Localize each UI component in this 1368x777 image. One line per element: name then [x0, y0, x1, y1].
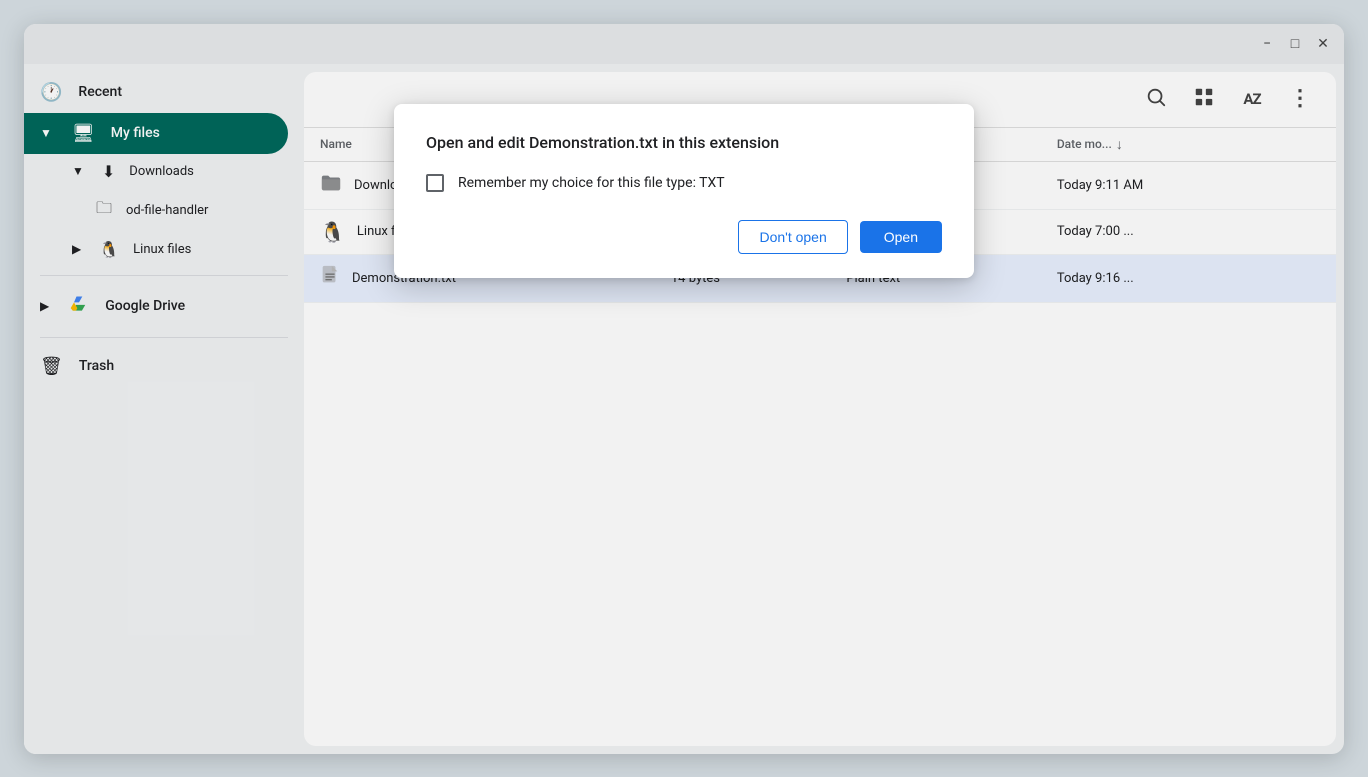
- remember-choice-row: Remember my choice for this file type: T…: [426, 174, 942, 192]
- dont-open-button[interactable]: Don't open: [738, 220, 847, 254]
- remember-choice-checkbox[interactable]: [426, 174, 444, 192]
- dialog-actions: Don't open Open: [426, 220, 942, 254]
- app-window: − □ ✕ 🕐 Recent ▼ 🖥 My files ▼: [24, 24, 1344, 754]
- open-button[interactable]: Open: [860, 221, 942, 253]
- remember-choice-label: Remember my choice for this file type: T…: [458, 175, 725, 191]
- open-with-dialog: Open and edit Demonstration.txt in this …: [394, 104, 974, 278]
- dialog-title: Open and edit Demonstration.txt in this …: [426, 132, 942, 154]
- dialog-overlay: Open and edit Demonstration.txt in this …: [24, 24, 1344, 754]
